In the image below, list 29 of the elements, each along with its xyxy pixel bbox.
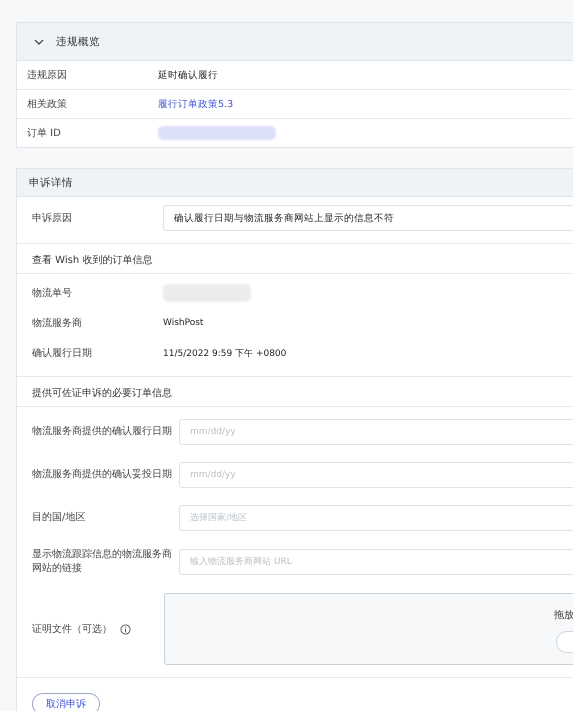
- field-value: WishPost: [163, 318, 204, 328]
- reason-field[interactable]: 确认履行日期与物流服务商网站上显示的信息不符: [163, 205, 573, 231]
- overview-header[interactable]: 违规概览: [17, 23, 573, 61]
- input-field[interactable]: 输入物流服务商网站 URL: [179, 549, 573, 575]
- subsection-heading: 提供可佐证申诉的必要订单信息: [32, 388, 172, 399]
- field-label: 物流单号: [32, 286, 73, 300]
- section-title: 申诉详情: [29, 176, 73, 190]
- field-label: 违规原因: [27, 68, 68, 82]
- field-label: 物流服务商提供的确认妥投日期: [32, 468, 173, 482]
- field-label: 证明文件（可选）: [32, 622, 112, 636]
- field-label: 确认履行日期: [32, 346, 93, 360]
- info-icon[interactable]: [120, 624, 131, 634]
- field-label: 显示物流跟踪信息的物流服务商网站的链接: [32, 548, 173, 576]
- subsection-heading: 查看 Wish 收到的订单信息: [32, 255, 152, 266]
- field-label: 物流服务商提供的确认履行日期: [32, 425, 173, 439]
- section-title: 违规概览: [56, 34, 100, 48]
- cancel-appeal-button[interactable]: 取消申诉: [32, 693, 100, 711]
- input-field[interactable]: mm/dd/yy: [179, 419, 573, 445]
- chevron-icon: [34, 38, 44, 44]
- input-field[interactable]: 选择国家/地区: [179, 505, 573, 531]
- field-value: 11/5/2022 9:59 下午 +0800: [163, 348, 286, 360]
- field-label: 申诉原因: [32, 212, 73, 225]
- input-field[interactable]: mm/dd/yy: [179, 462, 573, 488]
- field-value: 延时确认履行: [158, 68, 218, 82]
- field-label: 相关政策: [27, 98, 68, 111]
- field-label: 订单 ID: [27, 126, 62, 140]
- policy-link[interactable]: 履行订单政策5.3: [158, 98, 234, 110]
- field-label: 物流服务商: [32, 316, 83, 330]
- field-label: 目的国/地区: [32, 511, 86, 525]
